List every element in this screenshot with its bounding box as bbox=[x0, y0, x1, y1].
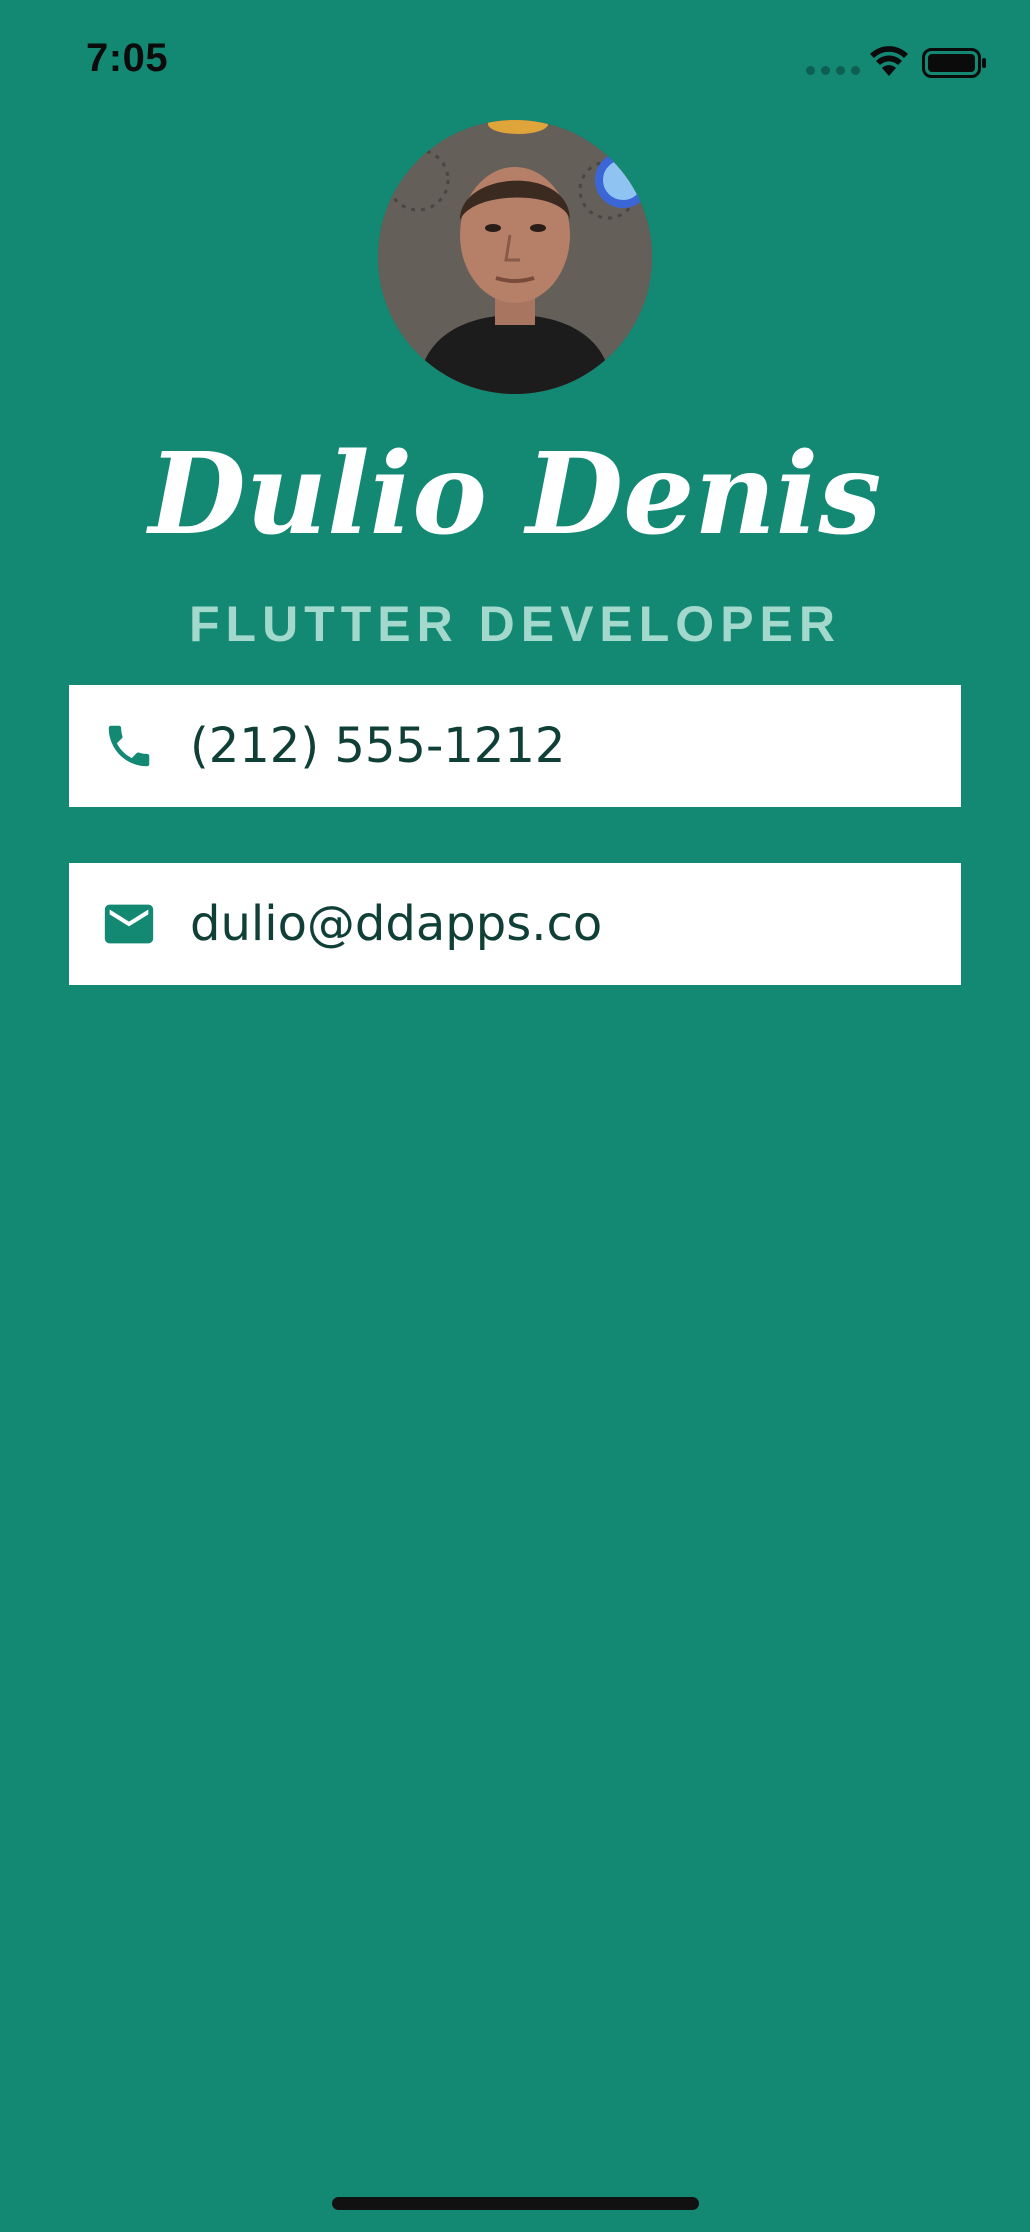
email-card[interactable]: dulio@ddapps.co bbox=[69, 863, 961, 985]
profile-photo bbox=[378, 120, 652, 394]
wifi-icon bbox=[870, 46, 908, 76]
status-time: 7:05 bbox=[86, 36, 169, 80]
phone-number: (212) 555-1212 bbox=[190, 718, 566, 774]
profile-name: Dulio Denis bbox=[148, 429, 882, 560]
phone-icon bbox=[99, 716, 159, 776]
battery-icon bbox=[922, 48, 986, 78]
profile-role: FLUTTER DEVELOPER bbox=[188, 596, 842, 652]
cellular-signal-icon bbox=[806, 66, 860, 75]
phone-card[interactable]: (212) 555-1212 bbox=[69, 685, 961, 807]
email-address: dulio@ddapps.co bbox=[190, 896, 603, 952]
home-indicator[interactable] bbox=[332, 2197, 699, 2210]
avatar bbox=[378, 120, 652, 394]
mail-icon bbox=[99, 894, 159, 954]
status-bar: 7:05 bbox=[0, 0, 1030, 130]
